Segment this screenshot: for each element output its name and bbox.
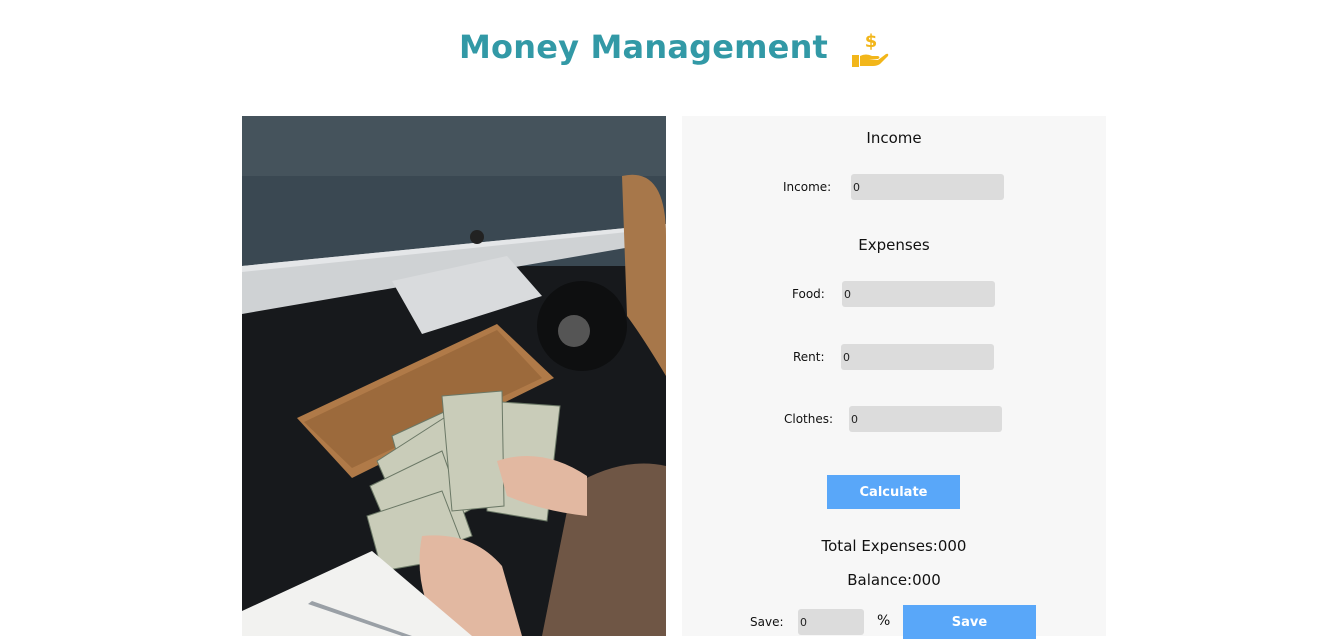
- income-input[interactable]: [851, 174, 1004, 200]
- food-label: Food:: [792, 287, 825, 301]
- money-photo: [242, 116, 666, 636]
- save-button[interactable]: Save: [903, 605, 1036, 639]
- clothes-input[interactable]: [849, 406, 1002, 432]
- save-label: Save:: [750, 615, 784, 629]
- income-heading: Income: [866, 129, 922, 147]
- expenses-heading: Expenses: [858, 236, 930, 254]
- rent-label: Rent:: [793, 350, 825, 364]
- svg-text:$: $: [865, 31, 878, 52]
- calculator-panel: Income Income: Expenses Food: Rent: Clot…: [682, 116, 1106, 639]
- hand-holding-dollar-icon: $: [852, 31, 889, 67]
- save-percent-input[interactable]: [798, 609, 864, 635]
- income-label: Income:: [783, 180, 832, 194]
- balance-text: Balance:000: [847, 571, 941, 589]
- page-title: Money Management: [459, 28, 829, 66]
- calculate-button[interactable]: Calculate: [827, 475, 960, 509]
- clothes-label: Clothes:: [784, 412, 834, 426]
- total-expenses-text: Total Expenses:000: [821, 537, 967, 555]
- percent-symbol: %: [877, 613, 891, 629]
- photo-illustration: [242, 116, 666, 636]
- food-input[interactable]: [842, 281, 995, 307]
- rent-input[interactable]: [841, 344, 994, 370]
- header: Money Management $: [0, 28, 1337, 72]
